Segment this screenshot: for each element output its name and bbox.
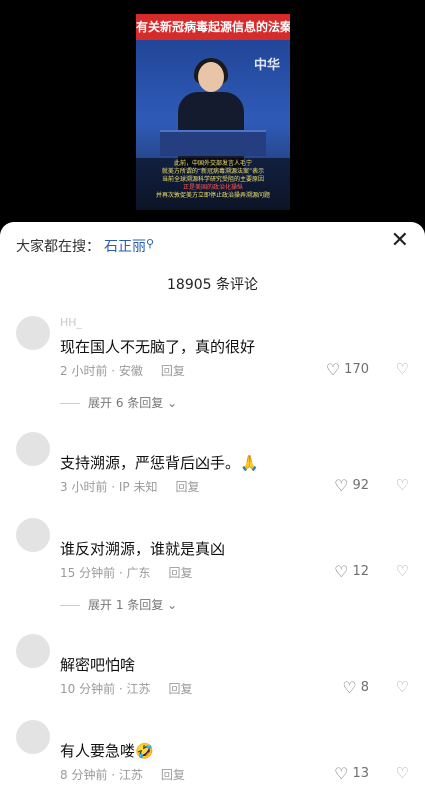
backdrop-text: 中华 bbox=[254, 58, 281, 73]
video-frame: 有关新冠病毒起源信息的法案 中华 此前，中国外交部发言人毛宁 就美方所谓的“新冠… bbox=[136, 14, 290, 210]
expand-replies-button[interactable]: 展开 1 条回复 ⌄ bbox=[60, 596, 177, 613]
comment-text: 有人要急喽🤣 bbox=[60, 742, 154, 760]
podium bbox=[160, 130, 266, 156]
avatar[interactable] bbox=[16, 316, 50, 350]
like-button[interactable]: ♡ 13 bbox=[334, 764, 369, 783]
comment-time: 10 分钟前 · 江苏 bbox=[60, 682, 151, 696]
comment-meta: 2 小时前 · 安徽 回复 bbox=[60, 362, 185, 379]
subtitle-line: 当前全球溯源科学研究受阻的主要原因 bbox=[161, 176, 264, 183]
comment-time: 3 小时前 · IP 未知 bbox=[60, 480, 158, 494]
heart-icon: ♡ bbox=[334, 764, 349, 783]
expand-replies-button[interactable]: 展开 6 条回复 ⌄ bbox=[60, 394, 177, 411]
dislike-icon[interactable]: ♡ bbox=[396, 764, 409, 782]
reply-button[interactable]: 回复 bbox=[169, 566, 193, 580]
heart-icon: ♡ bbox=[334, 476, 349, 495]
chevron-down-icon: ⌄ bbox=[163, 598, 178, 612]
chevron-down-icon: ⌄ bbox=[163, 396, 178, 410]
avatar[interactable] bbox=[16, 634, 50, 668]
username[interactable]: HH_ bbox=[60, 316, 82, 329]
reply-button[interactable]: 回复 bbox=[161, 364, 185, 378]
comment-text: 解密吧怕啥 bbox=[60, 656, 136, 674]
subtitle-line: 正是美国的政治化操纵 bbox=[182, 184, 243, 191]
reply-button[interactable]: 回复 bbox=[161, 768, 185, 782]
search-term[interactable]: 石正丽 bbox=[104, 239, 146, 255]
search-icon: ⚲ bbox=[146, 237, 155, 250]
like-count: 170 bbox=[344, 362, 369, 377]
search-label: 大家都在搜： bbox=[16, 239, 100, 255]
reply-button[interactable]: 回复 bbox=[169, 682, 193, 696]
video-title: 有关新冠病毒起源信息的法案 bbox=[136, 14, 290, 40]
heart-icon: ♡ bbox=[325, 360, 341, 379]
search-suggestion[interactable]: 大家都在搜： 石正丽⚲ bbox=[16, 236, 154, 256]
avatar[interactable] bbox=[16, 518, 50, 552]
comment-time: 15 分钟前 · 广东 bbox=[60, 566, 151, 580]
comment-meta: 15 分钟前 · 广东 回复 bbox=[60, 564, 193, 581]
comment-meta: 8 分钟前 · 江苏 回复 bbox=[60, 766, 185, 783]
heart-icon: ♡ bbox=[334, 562, 349, 581]
comment-time: 8 分钟前 · 江苏 bbox=[60, 768, 143, 782]
like-count: 13 bbox=[352, 766, 369, 781]
comment-meta: 3 小时前 · IP 未知 回复 bbox=[60, 478, 200, 495]
heart-icon: ♡ bbox=[342, 678, 357, 697]
dislike-icon[interactable]: ♡ bbox=[396, 562, 409, 580]
like-count: 8 bbox=[360, 680, 369, 695]
avatar[interactable] bbox=[16, 720, 50, 754]
comments-sheet: 大家都在搜： 石正丽⚲ ✕ 18905 条评论 HH_ 现在国人不无脑了，真的很好… bbox=[0, 222, 425, 800]
subtitle-line: 就美方所谓的“新冠病毒溯源法案”表示 bbox=[161, 168, 265, 175]
like-button[interactable]: ♡ 8 bbox=[342, 678, 369, 697]
dislike-icon[interactable]: ♡ bbox=[396, 678, 409, 696]
close-icon[interactable]: ✕ bbox=[391, 230, 409, 252]
like-button[interactable]: ♡ 12 bbox=[334, 562, 369, 581]
subtitle-line: 此前，中国外交部发言人毛宁 bbox=[173, 160, 252, 167]
reply-button[interactable]: 回复 bbox=[175, 480, 199, 494]
dislike-icon[interactable]: ♡ bbox=[396, 476, 409, 494]
like-count: 92 bbox=[352, 478, 369, 493]
expand-label: 展开 6 条回复 bbox=[88, 396, 164, 410]
avatar[interactable] bbox=[16, 432, 50, 466]
comment-count: 18905 条评论 bbox=[167, 277, 258, 293]
like-button[interactable]: ♡ 170 bbox=[326, 360, 369, 379]
like-count: 12 bbox=[352, 564, 369, 579]
comment-text: 现在国人不无脑了，真的很好 bbox=[60, 338, 256, 356]
comment-text: 谁反对溯源，谁就是真凶 bbox=[60, 540, 226, 558]
like-button[interactable]: ♡ 92 bbox=[334, 476, 369, 495]
subtitle-line: 并再次敦促美方立即停止政治操弄溯源问题 bbox=[155, 192, 270, 199]
video-player[interactable]: 有关新冠病毒起源信息的法案 中华 此前，中国外交部发言人毛宁 就美方所谓的“新冠… bbox=[0, 0, 425, 222]
expand-label: 展开 1 条回复 bbox=[88, 598, 164, 612]
dislike-icon[interactable]: ♡ bbox=[396, 360, 409, 378]
comment-meta: 10 分钟前 · 江苏 回复 bbox=[60, 680, 193, 697]
comment-time: 2 小时前 · 安徽 bbox=[60, 364, 143, 378]
comment-text: 支持溯源，严惩背后凶手。🙏 bbox=[60, 454, 259, 472]
video-subtitle: 此前，中国外交部发言人毛宁 就美方所谓的“新冠病毒溯源法案”表示 当前全球溯源科… bbox=[136, 158, 290, 210]
